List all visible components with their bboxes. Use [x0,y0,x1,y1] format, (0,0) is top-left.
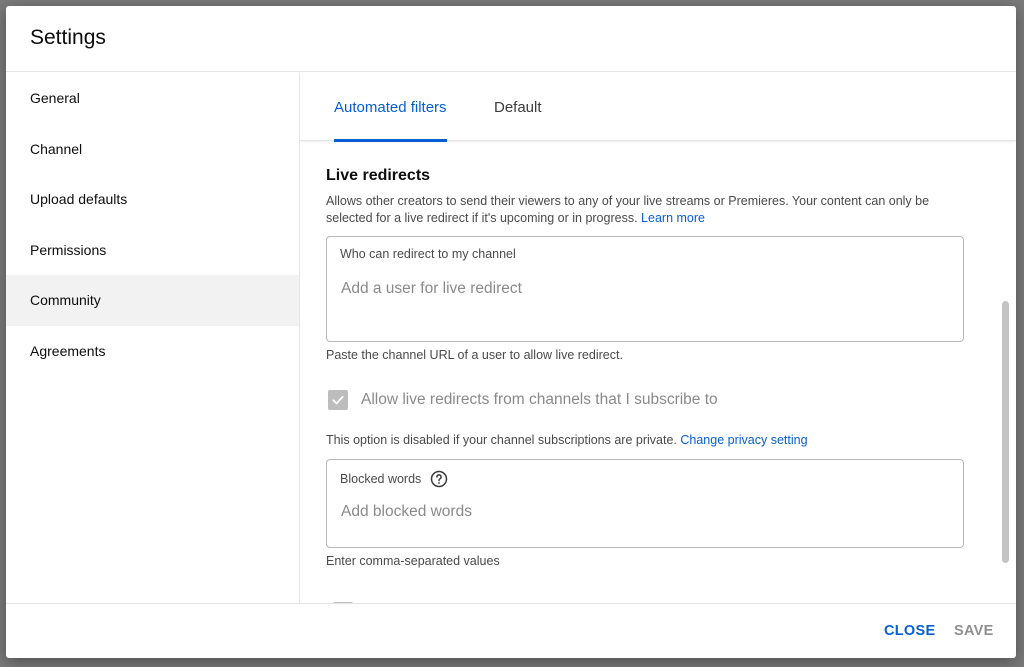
blocked-words-helper: Enter comma-separated values [326,554,500,568]
dialog-header: Settings [6,6,1016,72]
blocked-words-field[interactable]: Blocked words [326,459,964,548]
live-redirects-title: Live redirects [326,167,431,184]
sidebar-item-upload-defaults[interactable]: Upload defaults [6,174,299,225]
sidebar-item-label: Channel [30,140,83,157]
sidebar-item-label: General [30,90,80,107]
sidebar-item-label: Permissions [30,241,107,258]
sidebar-item-label: Agreements [30,342,106,359]
close-button[interactable]: CLOSE [884,623,935,639]
sidebar-item-channel[interactable]: Channel [6,124,299,175]
dialog-title: Settings [30,26,106,49]
subscribed-redirect-option: Allow live redirects from channels that … [328,390,718,410]
settings-sidebar: General Channel Upload defaults Permissi… [6,73,300,603]
sidebar-item-agreements[interactable]: Agreements [6,326,299,377]
live-redirect-input[interactable] [339,279,943,299]
subscribed-redirect-checkbox[interactable] [328,390,348,410]
learn-more-link[interactable]: Learn more [641,211,705,225]
tab-default[interactable]: Default [494,73,542,141]
blocked-words-label: Blocked words [340,472,422,486]
tab-bar: Automated filters Default [300,73,1016,142]
blocked-words-field-label: Blocked words [340,470,448,488]
sidebar-item-label: Upload defaults [30,191,128,208]
scroll-area[interactable]: Live redirects Allows other creators to … [300,141,1016,603]
live-redirect-field[interactable]: Who can redirect to my channel [326,236,964,342]
dialog-footer: CLOSE SAVE [6,603,1016,658]
blocked-words-input[interactable] [339,502,943,522]
sidebar-item-permissions[interactable]: Permissions [6,225,299,276]
tab-automated-filters[interactable]: Automated filters [334,73,447,142]
change-privacy-link[interactable]: Change privacy setting [680,433,807,447]
disabled-note-text: This option is disabled if your channel … [326,433,677,447]
tab-label: Automated filters [334,98,447,116]
live-redirects-description-text: Allows other creators to send their view… [326,194,930,225]
sidebar-item-general[interactable]: General [6,73,299,124]
sidebar-item-label: Community [30,292,101,309]
content-scrollbar[interactable] [1002,301,1009,563]
sidebar-item-community[interactable]: Community [6,275,299,326]
live-redirect-helper: Paste the channel URL of a user to allow… [326,348,623,362]
live-redirect-field-label: Who can redirect to my channel [340,247,516,261]
help-circle-icon[interactable] [430,470,448,488]
tab-label: Default [494,98,542,116]
live-redirects-description: Allows other creators to send their view… [326,193,966,227]
subscribed-redirect-label: Allow live redirects from channels that … [361,391,718,408]
save-button[interactable]: SAVE [954,623,994,639]
subscriptions-disabled-note: This option is disabled if your channel … [326,433,808,447]
checkmark-icon [332,395,344,405]
settings-dialog: Settings General Channel Upload defaults… [6,6,1016,658]
settings-content: Automated filters Default Live redirects… [300,73,1016,603]
